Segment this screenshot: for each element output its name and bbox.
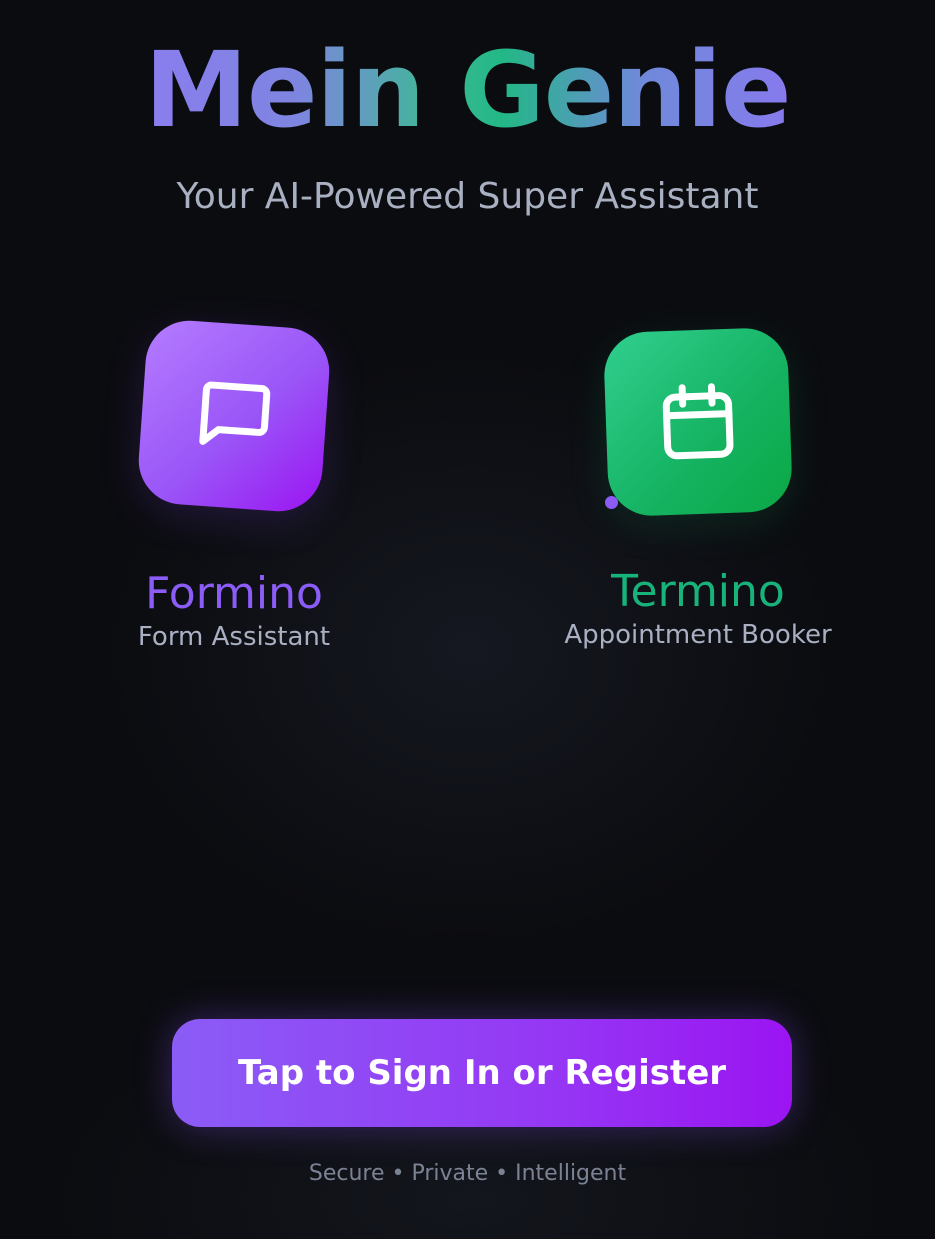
app-name-formino: Formino xyxy=(145,568,323,619)
footer-tagline: Secure • Private • Intelligent xyxy=(308,1161,627,1186)
app-card-termino[interactable]: Termino Appointment Booker xyxy=(548,326,848,652)
message-square-icon xyxy=(199,381,271,445)
status-indicator-dot xyxy=(605,496,618,509)
app-subtitle: Your AI-Powered Super Assistant xyxy=(176,176,759,217)
app-card-formino[interactable]: Formino Form Assistant xyxy=(84,317,384,654)
app-description-formino: Form Assistant xyxy=(137,622,331,652)
app-description-termino: Appointment Booker xyxy=(564,620,832,650)
signin-register-button[interactable]: Tap to Sign In or Register xyxy=(172,1019,792,1127)
calendar-icon xyxy=(662,383,734,460)
termino-app-tile[interactable] xyxy=(602,326,794,518)
formino-app-tile[interactable] xyxy=(135,317,333,515)
app-name-termino: Termino xyxy=(611,566,785,617)
app-title: Mein Genie xyxy=(128,20,808,160)
